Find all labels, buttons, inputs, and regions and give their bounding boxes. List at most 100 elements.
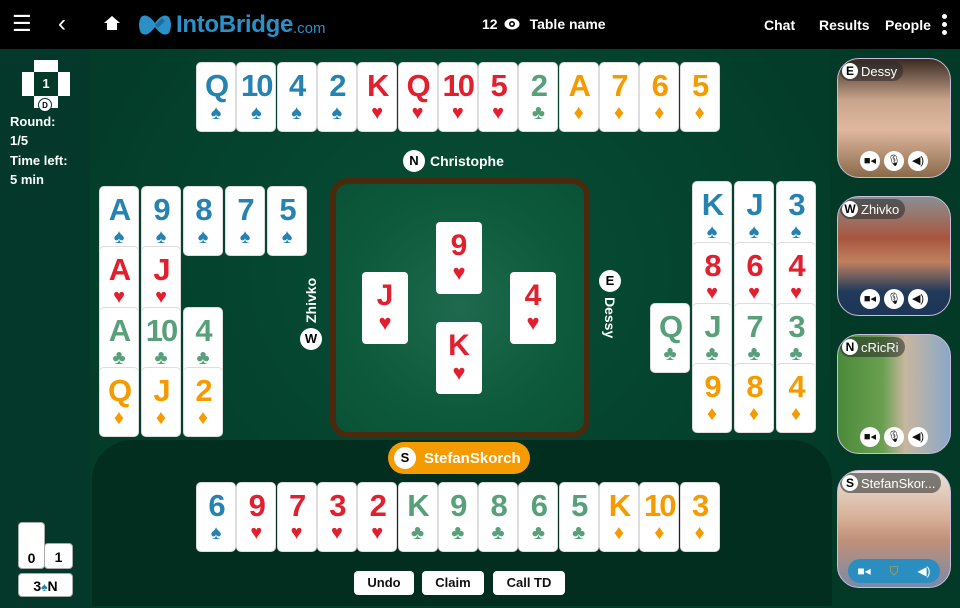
menu-icon[interactable]: ☰	[12, 12, 32, 36]
call-td-button[interactable]: Call TD	[493, 571, 565, 595]
mic-icon[interactable]: 🎙	[884, 427, 904, 447]
north-seat: N Christophe	[403, 150, 504, 172]
speaker-icon[interactable]: ◀)	[908, 427, 928, 447]
nav-people[interactable]: People	[885, 17, 931, 33]
self-video-controls: ■◂ ⛉ ◀)	[848, 559, 940, 583]
compass-west	[22, 72, 34, 96]
card[interactable]: 5 ♦	[679, 62, 720, 132]
video-tile-south[interactable]: S StefanSkor... ■◂ ⛉ ◀)	[837, 470, 951, 588]
card-rank: Q	[107, 373, 132, 408]
card[interactable]: 5 ♣	[558, 482, 599, 552]
back-icon[interactable]: ‹	[58, 12, 66, 36]
card[interactable]: J ♦	[141, 367, 181, 437]
card[interactable]: A ♥	[99, 246, 139, 316]
card-rank: 6	[651, 68, 669, 103]
spade-icon: ♠	[706, 221, 718, 243]
card[interactable]: 5 ♠	[267, 186, 307, 256]
shield-icon[interactable]: ⛉	[890, 564, 899, 579]
card[interactable]: 6 ♣	[518, 482, 559, 552]
card[interactable]: 2 ♠	[316, 62, 357, 132]
card[interactable]: 2 ♥	[357, 482, 398, 552]
speaker-icon[interactable]: ◀)	[908, 289, 928, 309]
card[interactable]: 9 ♣	[437, 482, 478, 552]
video-name-tag: W Zhivko	[840, 199, 906, 219]
nav-results[interactable]: Results	[819, 17, 870, 33]
card[interactable]: 7 ♦	[599, 62, 639, 132]
card-rank: J	[746, 187, 763, 222]
card[interactable]: 3 ♦	[679, 482, 720, 552]
claim-button[interactable]: Claim	[422, 571, 484, 595]
card[interactable]: K ♥	[357, 62, 398, 132]
video-tile-east[interactable]: E Dessy ■◂ 🎙 ◀)	[837, 58, 951, 178]
card[interactable]: 9 ♥	[236, 482, 277, 552]
club-icon: ♣	[451, 522, 465, 544]
undo-button[interactable]: Undo	[354, 571, 414, 595]
club-icon: ♣	[410, 522, 425, 544]
camera-icon[interactable]: ■◂	[860, 427, 880, 447]
diamond-icon: ♦	[694, 102, 705, 124]
card[interactable]: 6 ♠	[196, 482, 236, 552]
card[interactable]: 7 ♥	[276, 482, 317, 552]
contract: 3♠N	[18, 573, 73, 597]
card[interactable]: 3 ♠	[776, 181, 816, 251]
card[interactable]: K ♦	[599, 482, 639, 552]
round-label: Round:	[10, 114, 56, 129]
card-rank: 6	[746, 248, 763, 283]
card[interactable]: 4 ♦	[776, 363, 816, 433]
card[interactable]: 3 ♥	[316, 482, 357, 552]
mic-icon[interactable]: 🎙	[884, 151, 904, 171]
mic-icon[interactable]: 🎙	[884, 289, 904, 309]
heart-icon: ♥	[526, 310, 540, 335]
card[interactable]: 5 ♥	[478, 62, 519, 132]
video-seat-badge: E	[842, 63, 858, 79]
contract-level: 3	[33, 578, 42, 594]
video-tile-north[interactable]: NcRicRi ■◂ 🎙 ◀)	[837, 334, 951, 454]
card[interactable]: K ♠	[692, 181, 732, 251]
card[interactable]: Q ♠	[196, 62, 236, 132]
card[interactable]: 10 ♠	[236, 62, 277, 132]
card[interactable]: A ♦	[558, 62, 599, 132]
camera-icon[interactable]: ■◂	[860, 289, 880, 309]
time-value: 5 min	[10, 172, 44, 187]
card[interactable]: 9 ♦	[692, 363, 732, 433]
card[interactable]: J ♥	[141, 246, 181, 316]
card[interactable]: 10 ♦	[639, 482, 680, 552]
card[interactable]: 8 ♠	[183, 186, 223, 256]
card[interactable]: 4 ♠	[276, 62, 317, 132]
card-rank: 10	[145, 313, 178, 348]
card[interactable]: 2 ♣	[518, 62, 559, 132]
card[interactable]: Q ♣	[650, 303, 690, 373]
camera-icon[interactable]: ■◂	[860, 151, 880, 171]
spectator-count: 12	[482, 16, 498, 32]
card[interactable]: 7 ♠	[225, 186, 265, 256]
card[interactable]: Q ♥	[397, 62, 438, 132]
video-tile-west[interactable]: W Zhivko ■◂ 🎙 ◀)	[837, 196, 951, 316]
card[interactable]: 10 ♥	[437, 62, 478, 132]
club-icon: ♣	[572, 522, 586, 544]
top-bar: ☰ ‹ IntoBridge .com 12 Table name Chat R…	[0, 0, 960, 49]
speaker-icon[interactable]: ◀)	[908, 151, 928, 171]
nav-chat[interactable]: Chat	[764, 17, 795, 33]
eye-icon	[504, 18, 520, 30]
card[interactable]: K ♣	[397, 482, 438, 552]
card[interactable]: 6 ♦	[639, 62, 680, 132]
card[interactable]: 6 ♥	[734, 242, 774, 312]
card[interactable]: 8 ♦	[734, 363, 774, 433]
home-icon[interactable]	[103, 13, 121, 37]
east-seat: E Dessy	[599, 270, 621, 338]
card[interactable]: Q ♦	[99, 367, 139, 437]
camera-icon[interactable]: ■◂	[857, 564, 870, 578]
speaker-icon[interactable]: ◀)	[917, 564, 930, 578]
logo[interactable]: IntoBridge .com	[138, 10, 326, 40]
card[interactable]: J ♠	[734, 181, 774, 251]
card[interactable]: 8 ♣	[478, 482, 519, 552]
card[interactable]: 2 ♦	[183, 367, 223, 437]
card-rank: 3	[788, 187, 805, 222]
video-seat-badge: W	[842, 201, 858, 217]
kebab-icon[interactable]	[942, 14, 948, 38]
card-rank: 9	[248, 488, 266, 523]
card[interactable]: 4 ♥	[776, 242, 816, 312]
card-rank: 6	[530, 488, 548, 523]
card-rank: 4	[788, 369, 805, 404]
card[interactable]: 8 ♥	[692, 242, 732, 312]
